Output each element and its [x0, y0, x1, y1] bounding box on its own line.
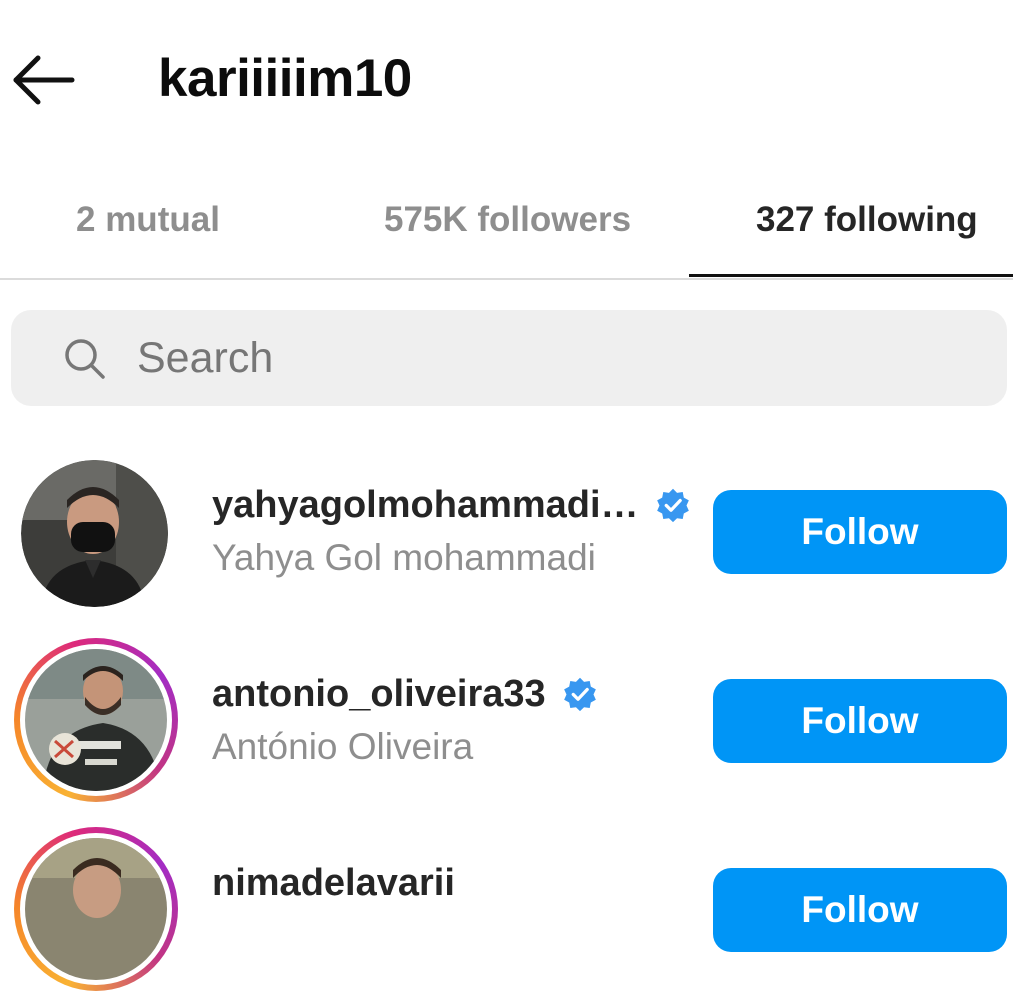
- tabs-divider: [0, 278, 1013, 280]
- full-name: Yahya Gol mohammadi: [212, 537, 596, 578]
- arrow-left-icon: [13, 55, 75, 105]
- following-list: yahyagolmohammadi… Yahya Gol mohammadi F…: [0, 440, 1013, 991]
- follow-button[interactable]: Follow: [713, 490, 1007, 574]
- account-info: nimadelavarii: [212, 856, 692, 910]
- tab-following[interactable]: 327 following: [756, 190, 978, 250]
- tab-followers[interactable]: 575K followers: [384, 190, 631, 250]
- list-item[interactable]: antonio_oliveira33 António Oliveira Foll…: [0, 629, 1013, 818]
- top-bar: kariiiiim10: [0, 0, 1013, 160]
- avatar-photo: [25, 838, 167, 980]
- back-button[interactable]: [10, 50, 76, 110]
- follow-button[interactable]: Follow: [713, 679, 1007, 763]
- list-item[interactable]: nimadelavarii Follow: [0, 818, 1013, 1007]
- list-item[interactable]: yahyagolmohammadi… Yahya Gol mohammadi F…: [0, 440, 1013, 629]
- page-title: kariiiiim10: [158, 49, 412, 108]
- search-icon: [65, 339, 105, 379]
- follow-button[interactable]: Follow: [713, 868, 1007, 952]
- account-info: antonio_oliveira33 António Oliveira: [212, 667, 692, 773]
- verified-badge-icon: [563, 677, 596, 712]
- avatar[interactable]: [14, 827, 178, 991]
- username[interactable]: yahyagolmohammadi…: [212, 484, 639, 527]
- search-bar[interactable]: [11, 310, 1007, 406]
- avatar[interactable]: [14, 456, 178, 620]
- follow-tabs: 2 mutual 575K followers 327 following: [0, 170, 1013, 280]
- username[interactable]: antonio_oliveira33: [212, 673, 546, 716]
- tab-mutual[interactable]: 2 mutual: [76, 190, 220, 250]
- avatar-photo: [25, 649, 167, 791]
- search-input[interactable]: [137, 324, 977, 392]
- avatar-photo: [21, 460, 168, 607]
- full-name: António Oliveira: [212, 726, 474, 767]
- account-info: yahyagolmohammadi… Yahya Gol mohammadi: [212, 478, 692, 584]
- username[interactable]: nimadelavarii: [212, 862, 455, 905]
- verified-badge-icon: [656, 488, 689, 523]
- avatar[interactable]: [14, 638, 178, 802]
- active-tab-indicator: [689, 274, 1013, 277]
